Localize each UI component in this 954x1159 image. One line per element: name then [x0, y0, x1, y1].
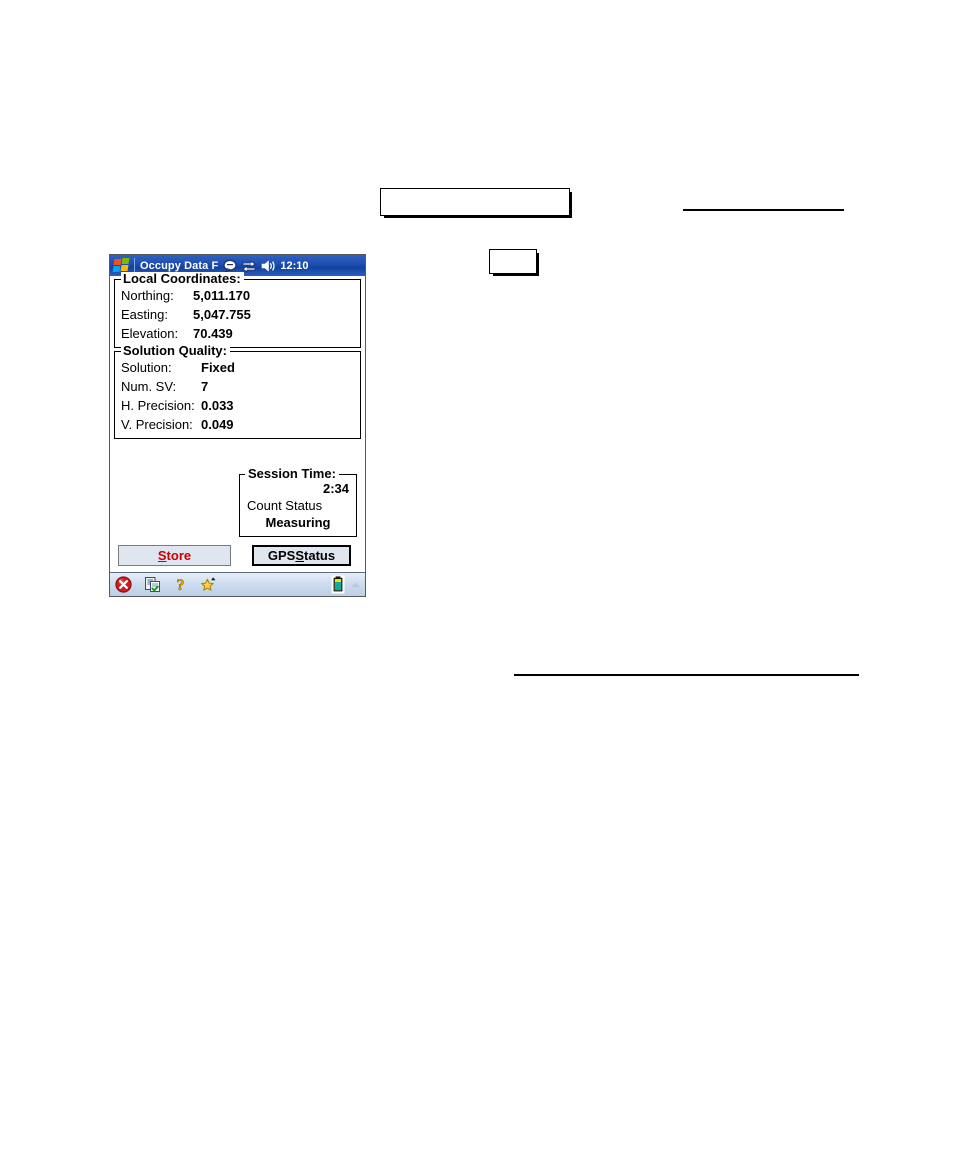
session-time-wrap: Session Time: 2:34 Count Status Measurin… — [239, 467, 357, 537]
horizontal-rule-top — [683, 209, 844, 211]
field-northing: Northing: 5,011.170 — [115, 286, 360, 305]
count-status-label: Count Status — [247, 498, 323, 513]
taskbar: ? — [110, 572, 365, 596]
session-elapsed-value: 2:34 — [322, 481, 349, 496]
elevation-label: Elevation: — [121, 326, 179, 341]
form-button-row: Store GPS Status — [110, 544, 365, 566]
easting-value: 5,047.755 — [193, 307, 251, 322]
solution-label: Solution: — [121, 360, 172, 375]
elevation-value: 70.439 — [193, 326, 233, 341]
field-v-precision: V. Precision: 0.049 — [115, 415, 360, 434]
titlebar-clock: 12:10 — [280, 259, 309, 272]
store-button-accel: S — [157, 547, 167, 563]
horizontal-rule-bottom — [514, 674, 859, 676]
solution-value: Fixed — [201, 360, 235, 375]
field-solution: Solution: Fixed — [115, 358, 360, 377]
store-button[interactable]: Store — [118, 544, 231, 566]
field-h-precision: H. Precision: 0.033 — [115, 396, 360, 415]
empty-callout-box-wide — [380, 188, 570, 216]
field-elevation: Elevation: 70.439 — [115, 324, 360, 343]
v-precision-label: V. Precision: — [121, 417, 193, 432]
gps-status-button[interactable]: GPS Status — [252, 544, 351, 566]
empty-callout-box-small — [489, 249, 537, 274]
field-easting: Easting: 5,047.755 — [115, 305, 360, 324]
local-coordinates-title: Local Coordinates: — [121, 272, 244, 286]
tray-expand-arrow-icon[interactable] — [349, 580, 362, 590]
num-sv-label: Num. SV: — [121, 379, 177, 394]
svg-text:?: ? — [177, 577, 185, 593]
store-button-suffix: tore — [166, 547, 192, 563]
gps-status-button-prefix: GPS — [267, 547, 296, 563]
battery-icon[interactable] — [331, 575, 345, 594]
connectivity-icon[interactable] — [242, 259, 256, 273]
pda-device-window: Occupy Data F 12:10 Local Coordinates: N… — [109, 254, 366, 597]
solution-quality-group: Solution Quality: Solution: Fixed Num. S… — [114, 344, 361, 439]
field-num-sv: Num. SV: 7 — [115, 377, 360, 396]
session-time-title: Session Time: — [245, 467, 339, 481]
form-client-area: Local Coordinates: Northing: 5,011.170 E… — [110, 272, 365, 572]
help-question-icon[interactable]: ? — [173, 576, 188, 593]
h-precision-label: H. Precision: — [121, 398, 195, 413]
volume-icon[interactable] — [261, 259, 276, 273]
gps-status-button-accel: S — [295, 547, 305, 563]
local-coordinates-group: Local Coordinates: Northing: 5,011.170 E… — [114, 272, 361, 348]
window-title: Occupy Data F — [140, 259, 219, 272]
num-sv-value: 7 — [201, 379, 209, 394]
solution-quality-title: Solution Quality: — [121, 344, 230, 358]
h-precision-value: 0.033 — [201, 398, 234, 413]
favorites-star-icon[interactable] — [200, 576, 218, 593]
northing-value: 5,011.170 — [193, 288, 251, 303]
session-time-group: Session Time: 2:34 Count Status Measurin… — [239, 467, 357, 537]
notes-checklist-icon[interactable] — [144, 576, 161, 593]
count-status-value: Measuring — [265, 515, 331, 530]
v-precision-value: 0.049 — [201, 417, 234, 432]
close-icon[interactable] — [115, 576, 132, 593]
northing-label: Northing: — [121, 288, 174, 303]
easting-label: Easting: — [121, 307, 168, 322]
gps-status-button-suffix: tatus — [304, 547, 336, 563]
taskbar-tray-group — [331, 575, 362, 594]
taskbar-icon-group: ? — [115, 576, 331, 593]
